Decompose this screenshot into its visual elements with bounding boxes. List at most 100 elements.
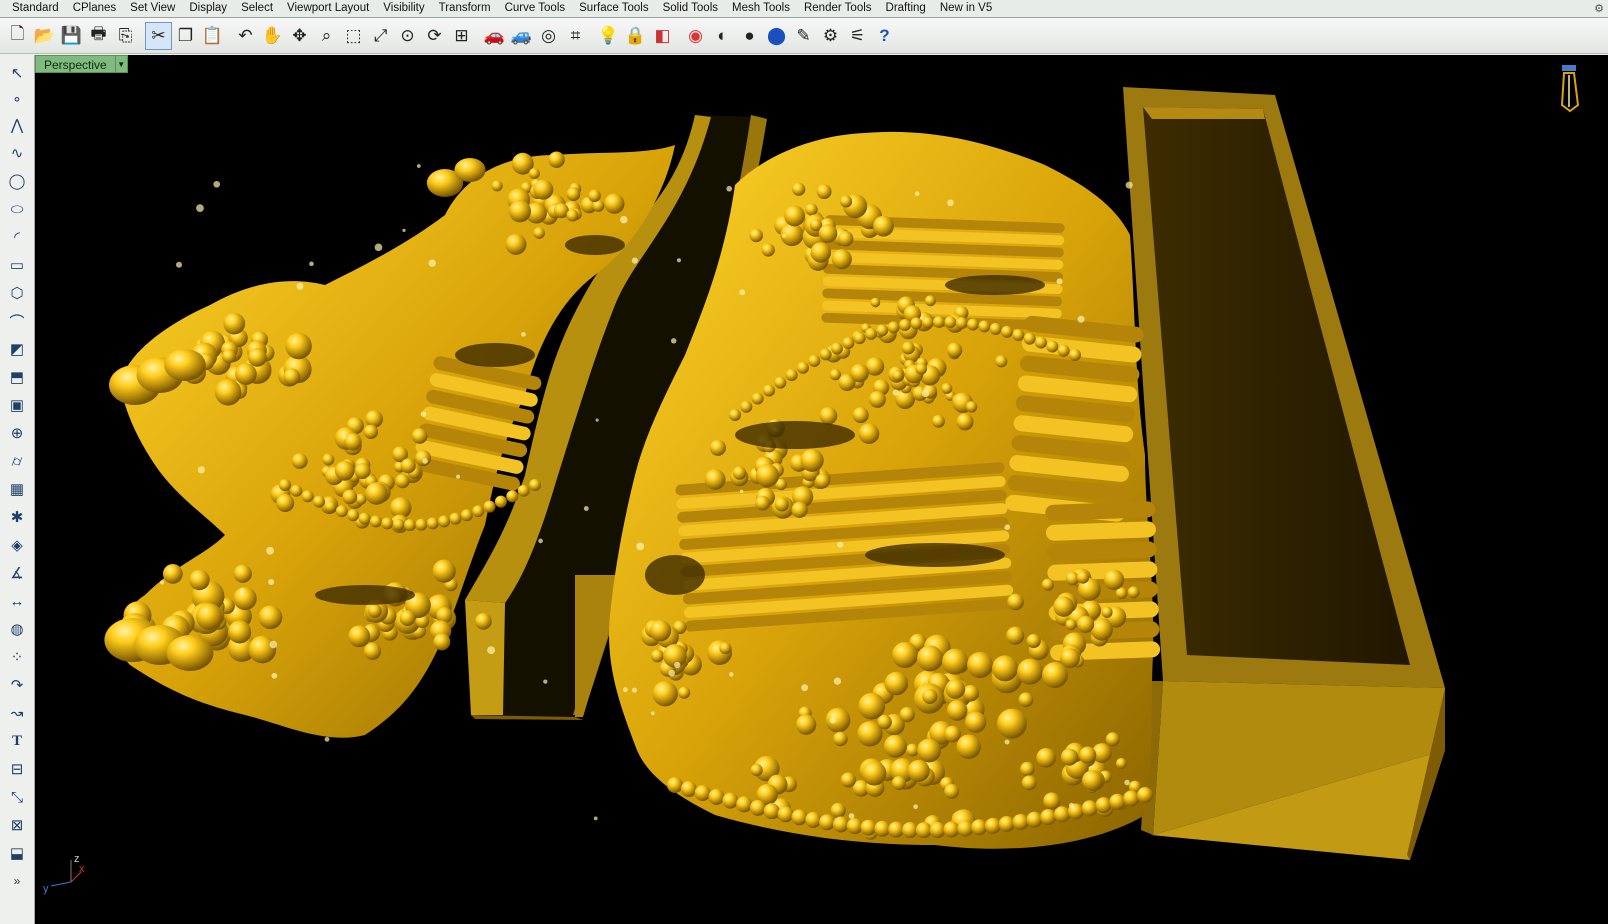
toolbar-options-gear-icon[interactable]: ⚙	[1594, 2, 1604, 15]
rectangle-icon[interactable]: ▭	[3, 251, 31, 279]
render-preview-icon[interactable]: ◐	[709, 22, 736, 50]
relief-bead	[877, 714, 892, 730]
relief-pearl	[921, 316, 934, 329]
scene-render[interactable]	[35, 55, 1608, 924]
block-icon[interactable]: ⊠	[3, 811, 31, 839]
text-icon[interactable]: T	[3, 727, 31, 755]
layer-icon[interactable]: ◧	[649, 22, 676, 50]
render-sphere-icon[interactable]: ●	[736, 22, 763, 50]
tab-mesh-tools[interactable]: Mesh Tools	[724, 1, 800, 17]
arc-icon[interactable]: ◜	[3, 223, 31, 251]
polygon-icon[interactable]: ⬡	[3, 279, 31, 307]
tab-standard[interactable]: Standard	[4, 1, 69, 17]
relief-bead	[837, 231, 854, 247]
relief-pearl	[876, 324, 889, 337]
relief-pearl	[865, 327, 877, 340]
print-icon[interactable]: 🖶	[85, 22, 112, 50]
boolean-icon[interactable]: ⊕	[3, 419, 31, 447]
light-icon[interactable]: 💡	[595, 22, 622, 50]
cylinder-icon[interactable]: ⌭	[3, 447, 31, 475]
properties-icon[interactable]: ⚟	[844, 22, 871, 50]
pan-hand-icon[interactable]: ✋	[259, 22, 286, 50]
viewport-name[interactable]: Perspective	[35, 55, 116, 73]
polyline-icon[interactable]: ⋀	[3, 111, 31, 139]
tab-new-in-v5[interactable]: New in V5	[932, 1, 1002, 17]
open-file-icon[interactable]: 📂	[31, 22, 58, 50]
zoom-window-icon[interactable]: ⬚	[340, 22, 367, 50]
rotate-view-icon[interactable]: ⟳	[421, 22, 448, 50]
render-blue-sphere-icon[interactable]: ⬤	[763, 22, 790, 50]
tab-transform[interactable]: Transform	[431, 1, 501, 17]
curve-offset-icon[interactable]: ↝	[3, 699, 31, 727]
dimension-icon[interactable]: ↔	[3, 587, 31, 615]
save-icon[interactable]: 💾	[58, 22, 85, 50]
relief-shadow	[945, 275, 1045, 295]
render-tools-icon[interactable]: ◍	[3, 615, 31, 643]
relief-bead	[755, 495, 771, 511]
tab-solid-tools[interactable]: Solid Tools	[655, 1, 728, 17]
box-icon[interactable]: ▣	[3, 391, 31, 419]
fillet-icon[interactable]: ⌒	[3, 307, 31, 335]
relief-bead	[650, 649, 664, 663]
tab-visibility[interactable]: Visibility	[375, 1, 434, 17]
solid-tools-icon[interactable]: ◈	[3, 531, 31, 559]
cplane-icon[interactable]: ◎	[535, 22, 562, 50]
tab-display[interactable]: Display	[181, 1, 237, 17]
curve-cp-icon[interactable]: ∿	[3, 139, 31, 167]
relief-pearl	[324, 500, 337, 513]
snap-grid-icon[interactable]: ⌗	[562, 22, 589, 50]
color-wheel-icon[interactable]: ◉	[682, 22, 709, 50]
cut-icon[interactable]: ✂	[145, 21, 172, 50]
relief-bead	[1076, 571, 1090, 584]
gear-transform-icon[interactable]: ✱	[3, 503, 31, 531]
relief-bead	[816, 184, 832, 200]
tab-select[interactable]: Select	[233, 1, 283, 17]
circle-icon[interactable]: ◯	[3, 167, 31, 195]
tab-viewport-layout[interactable]: Viewport Layout	[279, 1, 379, 17]
mesh-icon[interactable]: ▦	[3, 475, 31, 503]
pen-icon[interactable]: ✎	[790, 22, 817, 50]
tab-set-view[interactable]: Set View	[122, 1, 185, 17]
paste-icon[interactable]: 📋	[199, 22, 226, 50]
relief-bead	[905, 743, 919, 757]
lock-icon[interactable]: 🔒	[622, 22, 649, 50]
copy-icon[interactable]: ❐	[172, 22, 199, 50]
transform-icon[interactable]: ⤡	[3, 783, 31, 811]
tab-curve-tools[interactable]: Curve Tools	[497, 1, 576, 17]
zoom-extents-icon[interactable]: ⤢	[367, 22, 394, 50]
select-arrow-icon[interactable]: ↖	[3, 59, 31, 87]
relief-pearl	[279, 479, 291, 491]
tab-cplanes[interactable]: CPlanes	[65, 1, 126, 17]
group-icon[interactable]: ⁘	[3, 643, 31, 671]
view-gizmo-icon[interactable]	[1558, 65, 1582, 113]
tab-surface-tools[interactable]: Surface Tools	[571, 1, 658, 17]
curve-from-object-icon[interactable]: ↷	[3, 671, 31, 699]
new-file-icon[interactable]: 🗋	[4, 22, 31, 50]
help-icon[interactable]: ?	[871, 22, 898, 50]
import-icon[interactable]: ⎘	[112, 22, 139, 50]
four-viewports-icon[interactable]: ⊞	[448, 22, 475, 50]
extrude-icon[interactable]: ⬒	[3, 363, 31, 391]
move-view-icon[interactable]: ✥	[286, 22, 313, 50]
perspective-viewport[interactable]: Perspective ▼ z y x	[35, 55, 1608, 924]
relief-pearl	[785, 369, 798, 381]
surface-corner-icon[interactable]: ◩	[3, 335, 31, 363]
point-icon[interactable]: ∘	[3, 87, 31, 111]
tab-render-tools[interactable]: Render Tools	[796, 1, 882, 17]
tab-drafting[interactable]: Drafting	[878, 1, 936, 17]
array-icon[interactable]: ⊟	[3, 755, 31, 783]
car-gray-icon[interactable]: 🚙	[508, 22, 535, 50]
options-gear-icon[interactable]: ⚙	[817, 22, 844, 50]
relief-pearl	[832, 816, 849, 833]
relief-bead	[1026, 633, 1041, 649]
zoom-icon[interactable]: ⌕	[313, 22, 340, 50]
zoom-selected-icon[interactable]: ⊙	[394, 22, 421, 50]
ellipse-icon[interactable]: ⬭	[3, 195, 31, 223]
analyze-icon[interactable]: ∡	[3, 559, 31, 587]
viewport-title-tab[interactable]: Perspective ▼	[35, 55, 128, 73]
car-icon[interactable]: 🚗	[481, 22, 508, 50]
box-edit-icon[interactable]: ⬓	[3, 839, 31, 867]
more-icon[interactable]: »	[3, 867, 31, 895]
undo-icon[interactable]: ↶	[232, 22, 259, 50]
viewport-menu-chevron-icon[interactable]: ▼	[115, 55, 128, 73]
